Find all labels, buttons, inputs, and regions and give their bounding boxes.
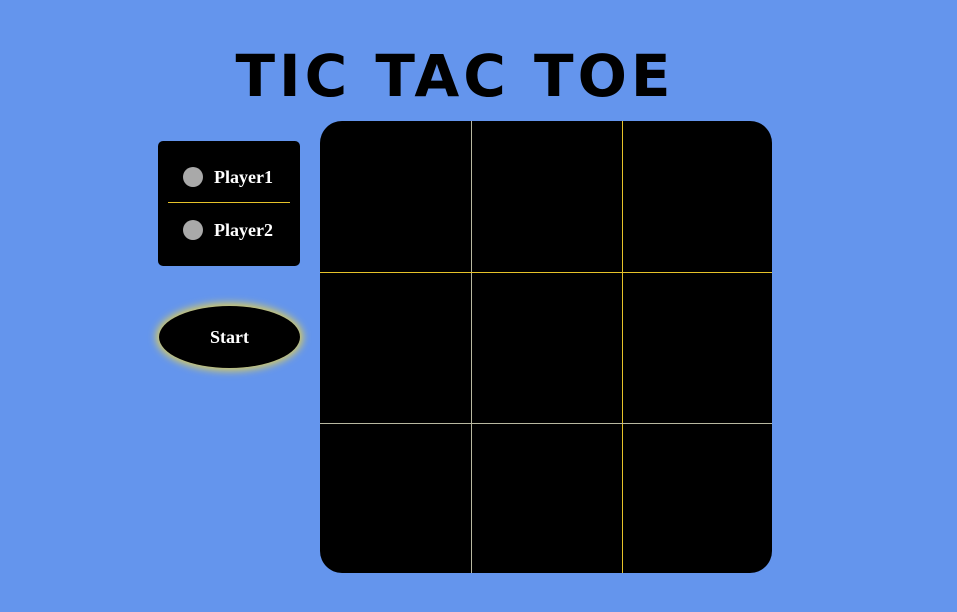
player1-indicator-icon <box>183 167 203 187</box>
player2-item: Player2 <box>183 218 273 242</box>
game-board <box>320 121 772 573</box>
board-cell[interactable] <box>471 272 622 423</box>
start-button[interactable]: Start <box>159 306 300 368</box>
board-cell[interactable] <box>471 423 622 573</box>
board-cell[interactable] <box>622 272 772 423</box>
player1-label: Player1 <box>214 166 273 187</box>
grid-line-horizontal <box>320 423 772 424</box>
player2-label: Player2 <box>214 219 273 240</box>
grid-line-vertical <box>622 121 623 573</box>
grid-line-vertical <box>471 121 472 573</box>
player2-indicator-icon <box>183 220 203 240</box>
page-title: TIC TAC TOE <box>235 41 675 110</box>
board-cell[interactable] <box>320 423 471 573</box>
board-cell[interactable] <box>622 121 772 272</box>
divider <box>168 202 290 203</box>
board-cell[interactable] <box>320 121 471 272</box>
player1-item: Player1 <box>183 165 273 189</box>
grid-line-horizontal <box>320 272 772 273</box>
players-panel: Player1 Player2 <box>158 141 300 266</box>
board-cell[interactable] <box>320 272 471 423</box>
board-cell[interactable] <box>471 121 622 272</box>
board-cell[interactable] <box>622 423 772 573</box>
